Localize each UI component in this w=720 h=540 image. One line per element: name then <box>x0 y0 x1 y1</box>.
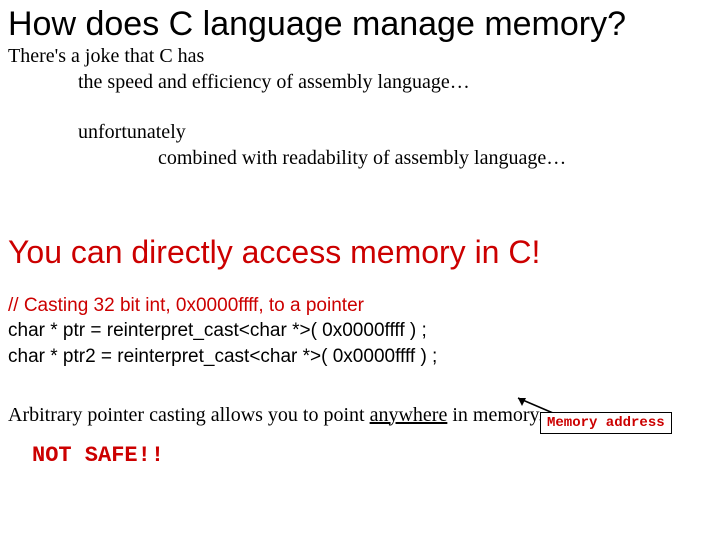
memory-address-callout: Memory address <box>540 412 672 434</box>
code-block: // Casting 32 bit int, 0x0000ffff, to a … <box>0 293 720 370</box>
joke-line-3: unfortunately <box>78 119 712 145</box>
joke-line-1: There's a joke that C has <box>8 43 712 69</box>
code-comment: // Casting 32 bit int, 0x0000ffff, to a … <box>8 293 712 319</box>
joke-block: There's a joke that C has the speed and … <box>0 43 720 171</box>
footer-pre: Arbitrary pointer casting allows you to … <box>8 404 370 426</box>
joke-line-2: the speed and efficiency of assembly lan… <box>78 69 712 95</box>
joke-line-4: combined with readability of assembly la… <box>158 145 712 171</box>
footer-post: in memory. <box>447 404 543 426</box>
footer-anywhere: anywhere <box>370 404 448 426</box>
not-safe-warning: NOT SAFE!! <box>24 443 720 468</box>
code-line-2: char * ptr2 = reinterpret_cast<char *>( … <box>8 344 712 370</box>
code-line-1: char * ptr = reinterpret_cast<char *>( 0… <box>8 318 712 344</box>
headline: You can directly access memory in C! <box>0 235 720 270</box>
slide-title: How does C language manage memory? <box>0 0 720 43</box>
